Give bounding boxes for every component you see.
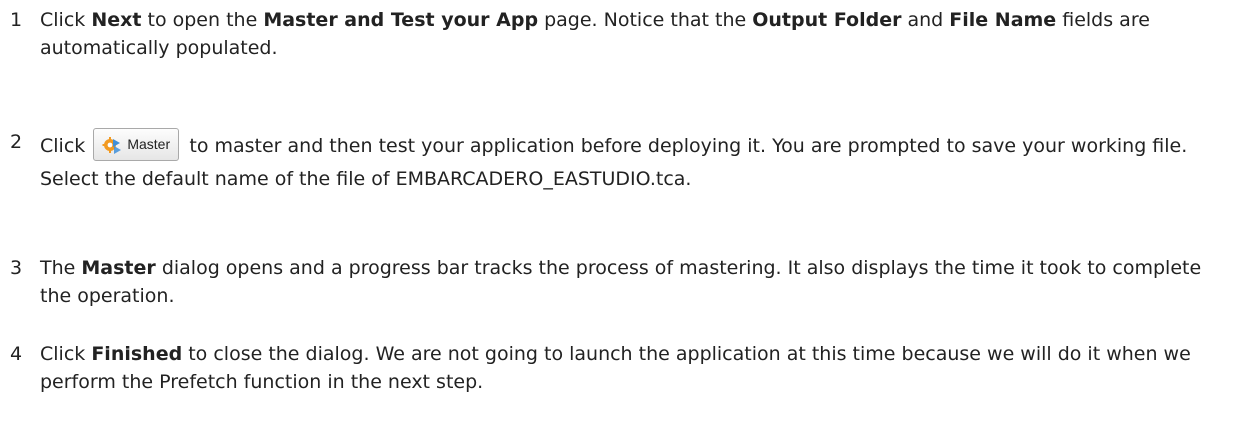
step-text: Click Finished to close the dialog. We a… [40,340,1235,396]
step-text: Click Next to open the Master and Test y… [40,6,1235,62]
step-text-segment: Click [40,343,92,365]
step-text-segment: to open the [141,9,264,31]
step-text-segment: Click [40,9,92,31]
master-icon [102,137,122,154]
ui-term-finished: Finished [91,343,183,365]
step-text-segment: Click [40,135,92,157]
master-button[interactable]: Master [93,128,180,161]
ui-term-master-and-test-page: Master and Test your App [263,9,539,31]
step-text-segment: to master and then test your application… [40,135,1188,190]
step-number: 1 [10,9,23,31]
ui-term-next: Next [91,9,142,31]
step-text: Click Master to master and then test you… [40,128,1235,193]
step-number: 2 [10,131,23,153]
step-text-segment: and [901,9,950,31]
step-number: 4 [10,343,23,365]
step-text: The Master dialog opens and a progress b… [40,254,1235,310]
ui-term-master-dialog: Master [81,257,156,279]
step-number: 3 [10,257,23,279]
step-text-segment: The [40,257,82,279]
ui-term-file-name: File Name [949,9,1057,31]
step-text-segment: page. Notice that the [538,9,753,31]
master-button-label: Master [127,136,171,152]
step-text-segment: dialog opens and a progress bar tracks t… [40,257,1202,307]
ui-term-output-folder: Output Folder [752,9,902,31]
step-text-segment: to close the dialog. We are not going to… [40,343,1191,393]
